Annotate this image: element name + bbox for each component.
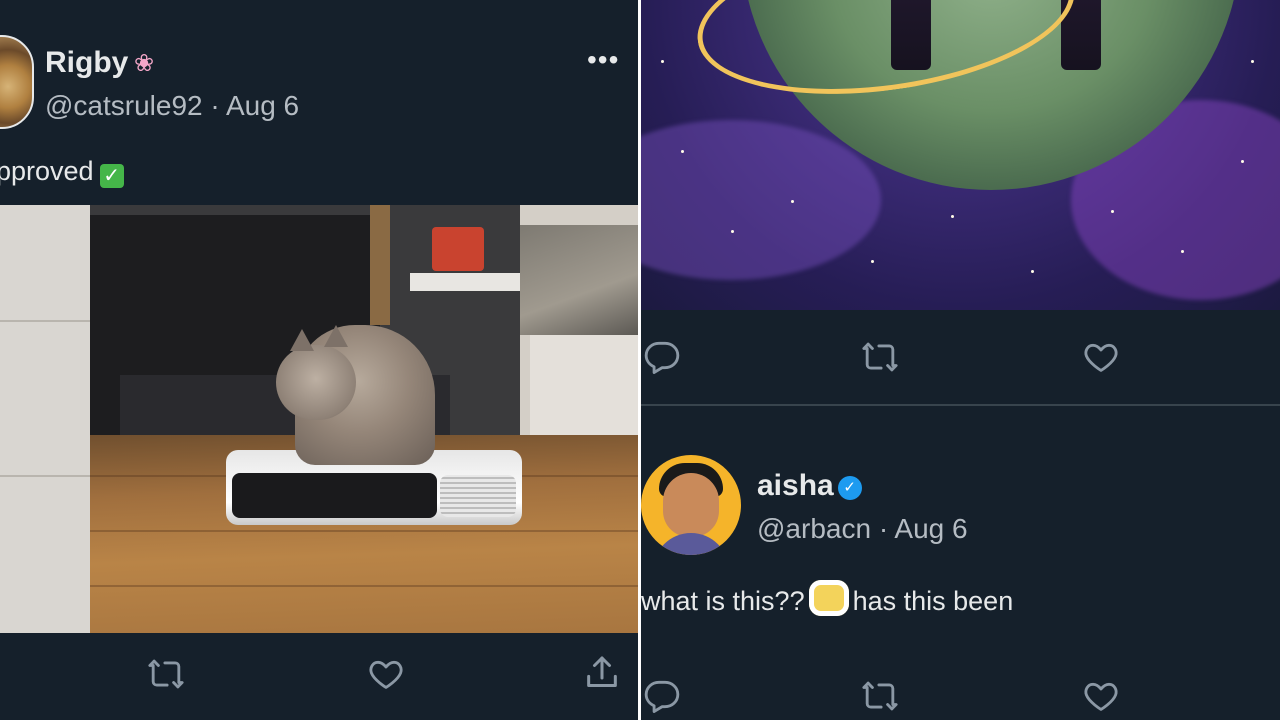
star — [681, 150, 684, 153]
star — [871, 260, 874, 263]
robot-vacuum-grill — [440, 475, 516, 517]
cat-head — [276, 345, 356, 420]
author-handle[interactable]: @catsrule92 — [45, 90, 203, 121]
star — [1181, 250, 1184, 253]
tweet-date[interactable]: Aug 6 — [894, 513, 967, 544]
robot-vacuum-bumper — [232, 473, 437, 518]
reply-icon[interactable] — [643, 337, 681, 375]
tweet-text: what is this?? has this been — [641, 580, 1013, 617]
left-tweet-panel: Rigby ❀ @catsrule92 · Aug 6 ••• pproved ✓ — [0, 0, 638, 720]
handle-line: @catsrule92 · Aug 6 — [45, 90, 299, 122]
tweet-date[interactable]: Aug 6 — [226, 90, 299, 121]
like-icon[interactable] — [1081, 338, 1121, 376]
more-options-icon[interactable]: ••• — [587, 44, 619, 76]
bed-blanket — [520, 225, 638, 335]
separator: · — [210, 90, 220, 121]
floor-board-line — [0, 530, 638, 532]
flower-icon: ❀ — [134, 50, 155, 77]
wood-post — [370, 205, 390, 325]
check-mark-icon: ✓ — [99, 164, 124, 188]
avatar[interactable] — [641, 455, 741, 555]
nebula — [641, 120, 881, 280]
star — [791, 200, 794, 203]
like-icon[interactable] — [366, 655, 406, 693]
tweet-image[interactable] — [641, 0, 1280, 310]
retweet-icon[interactable] — [859, 338, 901, 376]
shelf — [410, 273, 520, 291]
drawer-line — [0, 475, 90, 477]
avatar[interactable] — [0, 35, 34, 129]
cat-ear — [324, 325, 348, 347]
tweet-text-before: what is this?? — [641, 586, 805, 616]
avatar-face — [663, 473, 719, 537]
avatar-shirt — [653, 533, 729, 555]
author-name[interactable]: aisha ✓ — [757, 469, 862, 503]
star — [1111, 210, 1114, 213]
handle-line: @arbacn · Aug 6 — [757, 513, 968, 545]
drawer-line — [0, 320, 90, 322]
tweet-text-content: pproved — [0, 156, 94, 186]
star — [951, 215, 954, 218]
bed-base — [530, 335, 638, 450]
reply-icon[interactable] — [643, 676, 681, 714]
author-name[interactable]: Rigby — [45, 46, 128, 80]
star — [1031, 270, 1034, 273]
cat-ear — [290, 329, 314, 351]
face-with-bandage-emoji-icon — [808, 580, 849, 616]
right-tweet-panel: aisha ✓ @arbacn · Aug 6 what is this?? has… — [641, 0, 1280, 720]
white-dresser — [0, 205, 90, 633]
tweet-divider — [641, 404, 1280, 406]
floor-board-line — [0, 585, 638, 587]
star — [1241, 160, 1244, 163]
like-icon[interactable] — [1081, 677, 1121, 715]
star — [661, 60, 664, 63]
separator: · — [878, 513, 889, 544]
tweet-text-after: has this been — [852, 586, 1014, 616]
share-icon[interactable] — [582, 653, 622, 693]
retweet-icon[interactable] — [145, 655, 187, 693]
author-handle[interactable]: @arbacn — [757, 513, 871, 544]
retweet-icon[interactable] — [859, 677, 901, 715]
star — [1251, 60, 1254, 63]
verified-badge-icon: ✓ — [837, 476, 862, 500]
author-name-text: aisha — [757, 469, 834, 502]
red-pot — [432, 227, 484, 271]
tweet-text: pproved ✓ — [0, 156, 124, 188]
star — [731, 230, 734, 233]
tweet-video[interactable] — [0, 205, 638, 633]
